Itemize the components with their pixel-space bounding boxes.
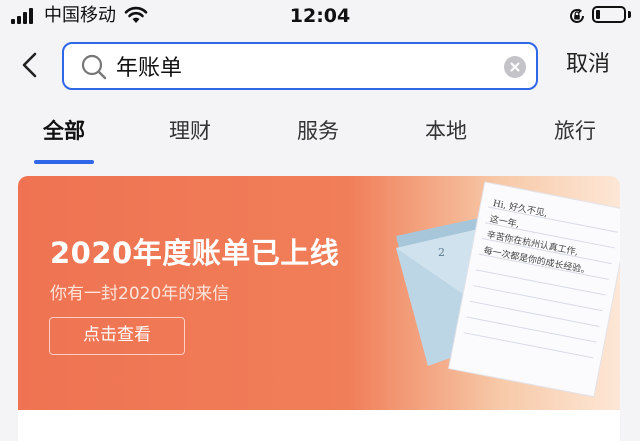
battery-icon	[592, 6, 626, 23]
banner-subtitle: 你有一封2020年的来信	[50, 284, 230, 304]
battery-nub	[628, 11, 631, 18]
status-bar: 中国移动 12:04	[0, 0, 640, 34]
view-button[interactable]: 点击查看	[49, 317, 185, 355]
tab-travel[interactable]: 旅行	[545, 114, 605, 148]
letter-illustration: 2 Hi, 好久不见, 这一年, 辛苦你在杭州认真工作, 每一次都是你的成长经验…	[396, 181, 620, 398]
annual-bill-banner[interactable]: 2020年度账单已上线 你有一封2020年的来信 点击查看 2 Hi, 好久不见…	[18, 176, 620, 410]
envelope-number: 2	[438, 246, 445, 259]
battery-level	[596, 10, 600, 19]
clear-icon[interactable]	[504, 56, 526, 78]
cancel-button[interactable]: 取消	[566, 48, 610, 82]
rotation-lock-icon	[570, 8, 584, 23]
search-row: 取消	[0, 34, 640, 96]
tab-local[interactable]: 本地	[416, 114, 476, 148]
tab-finance[interactable]: 理财	[160, 114, 220, 148]
tab-services[interactable]: 服务	[288, 114, 348, 148]
clock: 12:04	[289, 5, 351, 27]
banner-title: 2020年度账单已上线	[50, 236, 340, 270]
search-box[interactable]	[62, 42, 538, 90]
category-tabs: 全部 理财 服务 本地 旅行	[0, 108, 640, 166]
active-tab-indicator	[34, 160, 94, 164]
tab-all[interactable]: 全部	[34, 114, 94, 148]
content-card	[18, 410, 620, 441]
back-chevron-icon[interactable]	[14, 48, 48, 82]
search-icon	[81, 54, 107, 80]
search-input[interactable]	[116, 50, 496, 82]
